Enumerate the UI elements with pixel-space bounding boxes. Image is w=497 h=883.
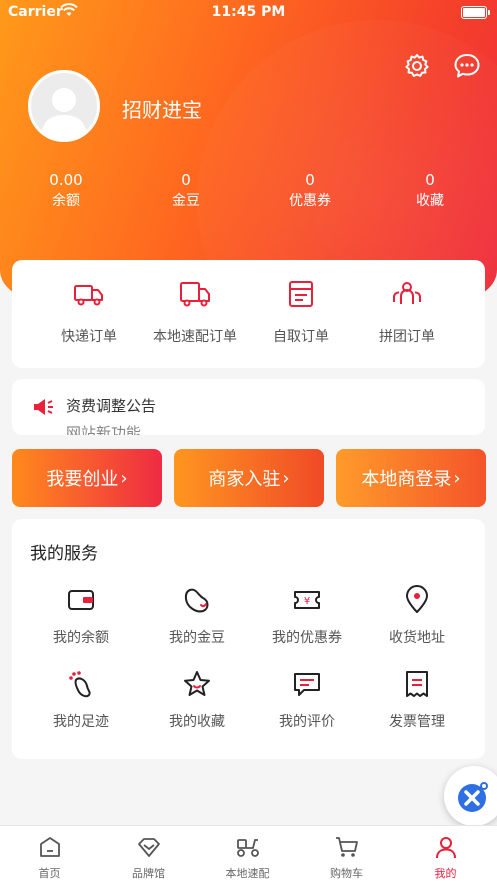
stat-balance[interactable]: 0.00 余额 — [16, 170, 116, 212]
location-icon — [406, 585, 428, 613]
stat-value: 0 — [425, 171, 435, 189]
stat-favorites[interactable]: 0 收藏 — [380, 170, 480, 212]
tab-brands[interactable]: 品牌馆 — [99, 834, 198, 881]
service-label: 我的评价 — [279, 714, 335, 730]
tab-label: 首页 — [38, 867, 61, 880]
order-pickup[interactable]: 自取订单 — [242, 278, 360, 346]
profile-header: Carrier 11:45 PM 招财进宝 0.00 余额 0 金豆 0 优惠券… — [0, 0, 497, 300]
order-label: 快递订单 — [61, 329, 117, 345]
stat-value: 0.00 — [49, 171, 83, 189]
tab-label: 我的 — [434, 867, 457, 880]
service-invoice[interactable]: 发票管理 — [358, 669, 476, 731]
stat-coupons[interactable]: 0 优惠券 — [260, 170, 360, 212]
service-reviews[interactable]: 我的评价 — [248, 669, 366, 731]
settings-icon[interactable] — [403, 52, 431, 80]
diamond-icon — [137, 838, 160, 857]
order-label: 自取订单 — [273, 329, 329, 345]
service-footprint[interactable]: 我的足迹 — [22, 669, 140, 731]
svg-text:¥: ¥ — [304, 596, 310, 607]
merchant-join-label: 商家入驻 — [208, 469, 281, 490]
cart-icon — [335, 837, 358, 857]
tab-home[interactable]: 首页 — [0, 834, 99, 881]
service-label: 我的余额 — [53, 630, 109, 646]
megaphone-icon — [34, 399, 53, 415]
stat-value: 0 — [181, 171, 191, 189]
service-label: 发票管理 — [389, 714, 445, 730]
receipt-icon — [289, 281, 313, 307]
tab-cart[interactable]: 购物车 — [297, 834, 396, 881]
stat-gold-beans[interactable]: 0 金豆 — [136, 170, 236, 212]
service-label: 我的优惠券 — [272, 630, 342, 646]
bottom-tab-bar: 首页 品牌馆 本地速配 购物车 我的 — [0, 825, 497, 883]
username[interactable]: 招财进宝 — [122, 94, 202, 123]
message-icon[interactable] — [453, 52, 481, 80]
stat-label: 金豆 — [172, 193, 200, 209]
floating-tool-button[interactable] — [444, 766, 497, 826]
service-label: 我的金豆 — [169, 630, 225, 646]
truck-icon — [74, 285, 103, 306]
chevron-right-icon: › — [453, 467, 461, 489]
tab-mine[interactable]: 我的 — [396, 834, 495, 881]
tab-label: 本地速配 — [225, 867, 270, 880]
service-favorites[interactable]: 我的收藏 — [138, 669, 256, 731]
home-icon — [39, 837, 60, 857]
stat-label: 优惠券 — [289, 193, 331, 209]
order-express[interactable]: 快递订单 — [30, 278, 148, 346]
service-coupons[interactable]: ¥ 我的优惠券 — [248, 585, 366, 647]
tools-icon — [458, 782, 488, 812]
service-label: 收货地址 — [389, 630, 445, 646]
merchant-join-button[interactable]: 商家入驻 › — [174, 449, 324, 507]
stats-row: 0.00 余额 0 金豆 0 优惠券 0 收藏 — [0, 170, 497, 214]
bean-icon — [184, 588, 209, 613]
tab-label: 品牌馆 — [132, 867, 165, 880]
start-business-button[interactable]: 我要创业 › — [12, 449, 162, 507]
coupon-icon: ¥ — [294, 591, 320, 609]
local-merchant-login-button[interactable]: 本地商登录 › — [336, 449, 486, 507]
delivery-van-icon — [180, 282, 210, 307]
chevron-right-icon: › — [282, 467, 290, 489]
clock: 11:45 PM — [211, 4, 286, 20]
footprint-icon — [69, 671, 91, 698]
comment-icon — [294, 673, 320, 696]
service-gold-beans[interactable]: 我的金豆 — [138, 585, 256, 647]
notice-text: 资费调整公告 — [66, 397, 157, 415]
order-label: 本地速配订单 — [153, 329, 237, 345]
chevron-right-icon: › — [120, 467, 128, 489]
service-balance[interactable]: 我的余额 — [22, 585, 140, 647]
notice-bar[interactable]: 资费调整公告 网站新功能 — [12, 379, 485, 435]
stat-label: 余额 — [52, 193, 80, 209]
wallet-icon — [68, 590, 94, 610]
services-card: 我的服务 我的余额 我的金豆 ¥ 我的优惠券 收货地址 我的足迹 我的收藏 我的… — [12, 519, 485, 759]
scooter-icon — [236, 839, 259, 857]
order-local-delivery[interactable]: 本地速配订单 — [136, 278, 254, 346]
services-title: 我的服务 — [30, 544, 98, 564]
order-group-buy[interactable]: 拼团订单 — [348, 278, 466, 346]
stat-value: 0 — [305, 171, 315, 189]
star-icon — [184, 671, 210, 696]
user-icon — [435, 837, 456, 859]
start-business-label: 我要创业 — [46, 469, 119, 490]
tab-local-delivery[interactable]: 本地速配 — [198, 834, 297, 881]
service-label: 我的收藏 — [169, 714, 225, 730]
service-label: 我的足迹 — [53, 714, 109, 730]
group-icon — [392, 282, 422, 304]
service-address[interactable]: 收货地址 — [358, 585, 476, 647]
stat-label: 收藏 — [416, 193, 444, 209]
local-merchant-login-label: 本地商登录 — [361, 469, 452, 490]
notice-next-text: 网站新功能 — [66, 424, 142, 435]
invoice-icon — [406, 671, 428, 697]
battery-icon — [461, 6, 490, 19]
tab-label: 购物车 — [330, 867, 363, 880]
order-label: 拼团订单 — [379, 329, 435, 345]
orders-card: 快递订单 本地速配订单 自取订单 拼团订单 — [12, 260, 485, 368]
status-bar: Carrier 11:45 PM — [0, 0, 497, 26]
avatar[interactable] — [28, 70, 100, 142]
default-avatar-icon — [41, 88, 87, 139]
